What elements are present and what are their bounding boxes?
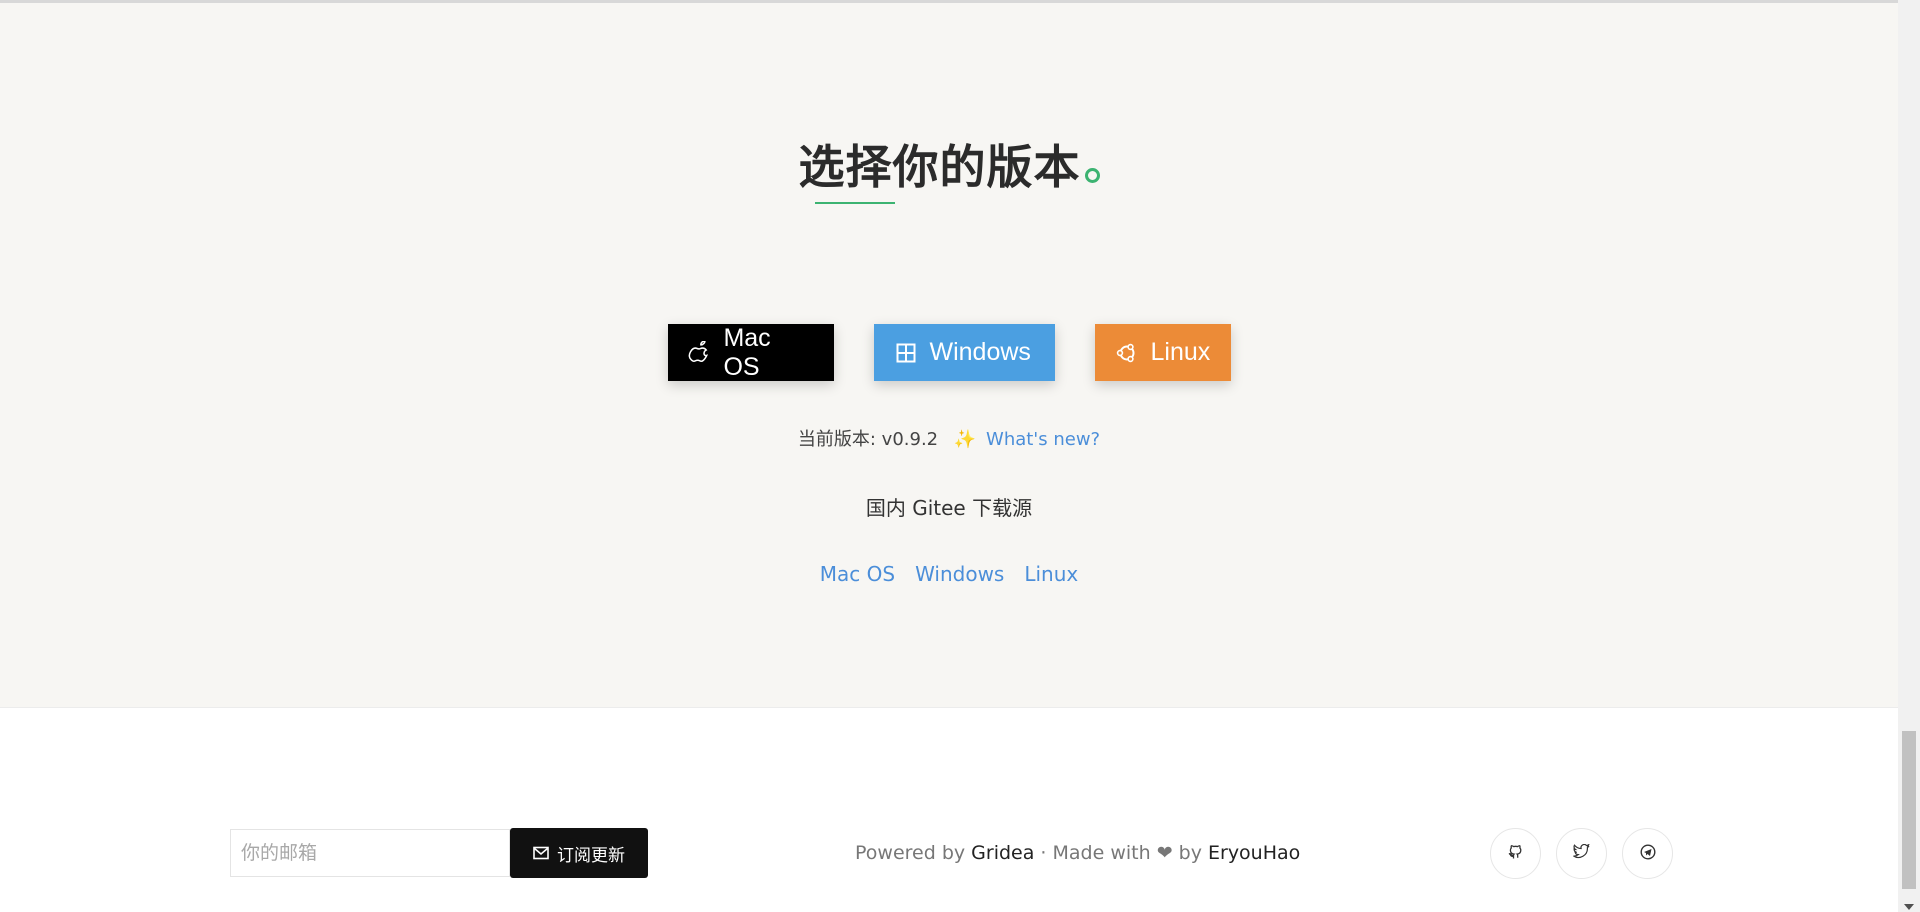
mac-download-button[interactable]: Mac OS [667, 323, 834, 381]
gitee-mirror-links: Mac OS Windows Linux [0, 562, 1898, 586]
ubuntu-icon [1115, 341, 1139, 365]
subscribe-button[interactable]: 订阅更新 [510, 828, 648, 878]
title-dot-icon [1084, 168, 1100, 183]
mac-download-label: Mac OS [723, 323, 771, 381]
scrollbar-thumb[interactable] [1902, 731, 1916, 889]
subscribe-form: 订阅更新 [230, 828, 648, 878]
section-title: 选择你的版本 [0, 131, 1898, 197]
github-button[interactable] [1490, 828, 1541, 879]
windows-download-button[interactable]: Windows [873, 324, 1055, 381]
social-links [1490, 828, 1673, 879]
linux-download-label: Linux [1150, 338, 1211, 366]
email-input[interactable] [230, 829, 510, 877]
download-buttons: Mac OS Windows Linux [0, 324, 1898, 381]
windows-download-label: Windows [929, 338, 1031, 366]
powered-prefix: Powered by [855, 842, 972, 864]
gitee-mirror-title: 国内 Gitee 下载源 [865, 496, 1033, 520]
heart-icon: ❤ [1156, 842, 1173, 864]
gridea-link[interactable]: Gridea [971, 842, 1034, 864]
apple-icon [688, 340, 712, 365]
telegram-button[interactable] [1622, 828, 1673, 879]
download-section: 选择你的版本 Mac OS Windows Linux 当前版本: v0.9.2… [0, 3, 1898, 707]
made-with-text: · Made with [1034, 842, 1157, 864]
subscribe-label: 订阅更新 [557, 845, 625, 866]
whats-new-link[interactable]: What's new? [986, 429, 1100, 450]
linux-download-button[interactable]: Linux [1094, 324, 1231, 381]
by-text: by [1172, 842, 1208, 864]
page: 选择你的版本 Mac OS Windows Linux 当前版本: v0.9.2… [0, 0, 1920, 912]
telegram-icon [1639, 843, 1656, 864]
current-version-text: 当前版本: v0.9.2 [797, 429, 939, 450]
footer: 订阅更新 Powered by Gridea · Made with ❤ by … [0, 707, 1898, 912]
gitee-mac-link[interactable]: Mac OS [820, 562, 895, 586]
twitter-icon [1573, 843, 1590, 863]
powered-by-text: Powered by Gridea · Made with ❤ by Eryou… [855, 842, 1300, 864]
version-line: 当前版本: v0.9.2 ✨ What's new? [0, 425, 1898, 451]
vertical-scrollbar[interactable] [1898, 0, 1920, 912]
gitee-windows-link[interactable]: Windows [915, 562, 1004, 586]
mail-icon [533, 846, 549, 860]
author-link[interactable]: EryouHao [1208, 842, 1300, 864]
github-icon [1508, 844, 1524, 864]
title-underline [815, 202, 895, 204]
windows-icon [894, 341, 918, 365]
scroll-down-arrow-icon[interactable] [1904, 904, 1914, 910]
gitee-linux-link[interactable]: Linux [1024, 562, 1078, 586]
sparkle-icon: ✨ [953, 429, 977, 450]
twitter-button[interactable] [1556, 828, 1607, 879]
section-title-text: 选择你的版本 [798, 140, 1081, 194]
